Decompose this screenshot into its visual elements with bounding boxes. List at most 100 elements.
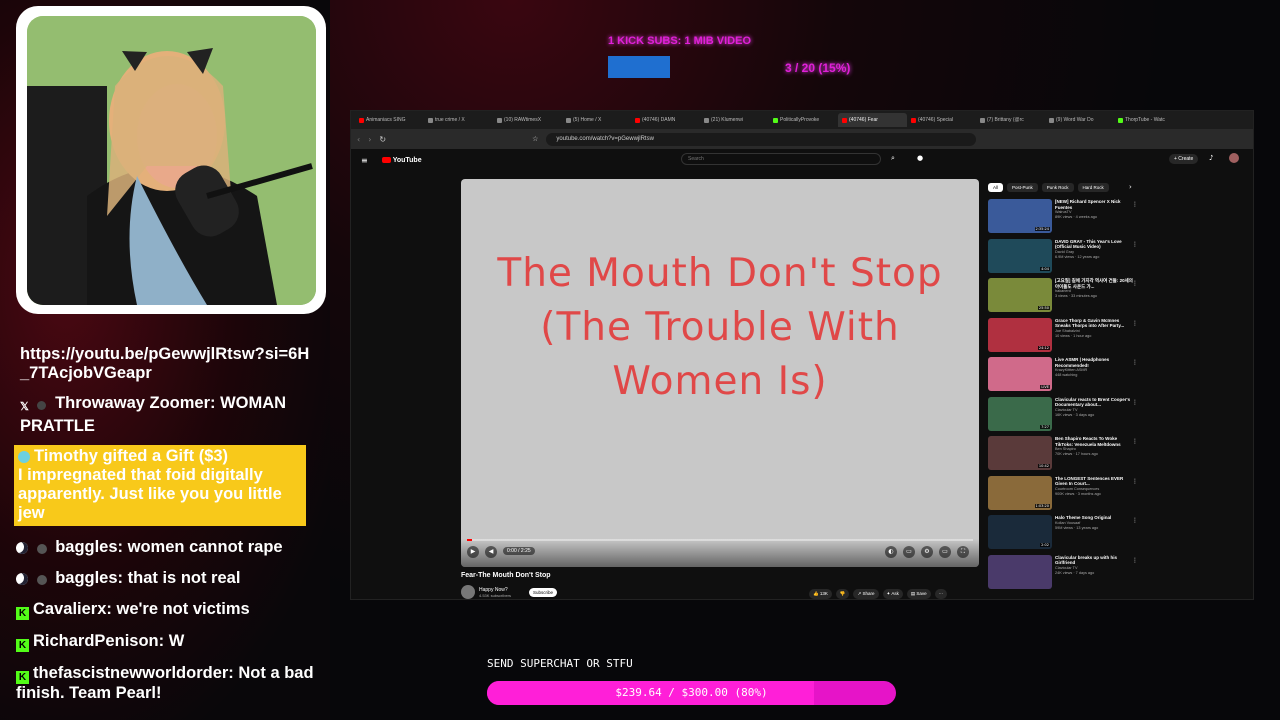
recommended-video[interactable]: LIVE Live ASMR | Headphones Recommended! K… [988, 357, 1138, 393]
video-player[interactable]: The Mouth Don't Stop (The Trouble With W… [461, 179, 979, 567]
video-thumbnail[interactable] [988, 554, 1052, 589]
recommended-video[interactable]: Clavicular breaks up with his Girlfriend… [988, 554, 1138, 591]
kick-goal-count: 3 / 20 (15%) [785, 61, 851, 75]
ask-button[interactable]: ✦ Ask [882, 589, 903, 599]
browser-tab[interactable]: (40746) DAMN [631, 117, 700, 123]
video-meta: 24K views · 7 days ago [1055, 570, 1095, 575]
more-vert-icon[interactable]: ⋮ [1132, 478, 1138, 485]
mic-icon[interactable]: ● [917, 154, 923, 162]
browser-tab[interactable]: (40746) Fear [838, 113, 907, 127]
recommended-video[interactable]: 4:04 DAVID GRAY - This Year's Love (Offic… [988, 238, 1138, 275]
notifications-icon[interactable]: ♪ [1209, 154, 1213, 162]
play-icon[interactable]: ▶ [467, 546, 479, 558]
video-title[interactable]: Clavicular reacts to Brent Cooper's Docu… [1055, 397, 1135, 408]
more-vert-icon[interactable]: ⋮ [1132, 557, 1138, 564]
settings-icon[interactable]: ⚙ [921, 546, 933, 558]
recommended-video[interactable]: 2:35:24 [NEW] Richard Spencer X Nick Fuen… [988, 199, 1138, 235]
chat-message-text: we're not victims [116, 600, 250, 618]
search-icon[interactable]: ⌕ [891, 154, 895, 163]
forward-icon[interactable]: › [368, 135, 371, 144]
browser-tab[interactable]: PoliticallyProvoke [769, 117, 838, 123]
video-title[interactable]: Clavicular breaks up with his Girlfriend [1055, 555, 1135, 566]
more-vert-icon[interactable]: ⋮ [1132, 201, 1138, 208]
more-button[interactable]: ··· [934, 589, 948, 599]
filter-chip[interactable]: Punk Rock [1041, 183, 1074, 192]
browser-tab[interactable]: (10) RAWtimesX [493, 117, 562, 123]
browser-tab[interactable]: Animaniacs SING [355, 117, 424, 123]
share-button[interactable]: ↗ Share [853, 589, 879, 599]
browser-tab[interactable]: true crime / X [424, 117, 493, 123]
back-icon[interactable]: ‹ [357, 135, 360, 144]
more-vert-icon[interactable]: ⋮ [1132, 438, 1138, 445]
video-title[interactable]: [고요질] 길에 가지각 역사여 건들: 20세의 아이돌도 사운드 가... [1055, 278, 1135, 289]
menu-icon[interactable]: ≡ [361, 156, 368, 165]
browser-tab[interactable]: ThorpTube - Watc [1114, 117, 1183, 123]
filter-chip[interactable]: Hard Rock [1077, 183, 1109, 192]
video-thumbnail[interactable]: 24:12 [988, 317, 1052, 352]
avatar[interactable] [461, 585, 475, 599]
browser-tab[interactable]: (7) Brittany (@rc [976, 117, 1045, 123]
browser-tab[interactable]: (40746) Special [907, 117, 976, 123]
more-vert-icon[interactable]: ⋮ [1132, 280, 1138, 287]
more-vert-icon[interactable]: ⋮ [1132, 399, 1138, 406]
recommended-video[interactable]: 2:02 Halo Theme Song Original Kollan Vousa… [988, 515, 1138, 551]
bookmark-icon[interactable]: ☆ [532, 135, 538, 143]
subscribe-button[interactable]: Subscribe [529, 587, 558, 597]
chevron-right-icon[interactable]: › [1129, 183, 1132, 191]
search-input[interactable]: Search [681, 153, 881, 165]
subtitles-icon[interactable]: ▭ [903, 546, 915, 558]
youtube-logo[interactable]: YouTube [381, 157, 422, 164]
more-vert-icon[interactable]: ⋮ [1132, 320, 1138, 327]
progress-fill [467, 539, 473, 541]
kick-goal-bar [608, 56, 670, 78]
recommended-video[interactable]: 25:50 [고요질] 길에 가지각 역사여 건들: 20세의 아이돌도 사운드 … [988, 278, 1138, 314]
fullscreen-icon[interactable]: ⛶ [957, 546, 969, 558]
tab-label: Animaniacs SING [366, 117, 406, 123]
more-vert-icon[interactable]: ⋮ [1132, 359, 1138, 366]
video-title[interactable]: Live ASMR | Headphones Recommended! [1055, 357, 1135, 368]
dislike-button[interactable]: 👎 [835, 589, 850, 599]
video-thumbnail[interactable]: 2:02 [988, 515, 1052, 549]
reload-icon[interactable]: ↻ [379, 135, 386, 144]
video-thumbnail[interactable]: 1:03:20 [988, 475, 1052, 510]
recommended-video[interactable]: 7:27 Clavicular reacts to Brent Cooper's … [988, 396, 1138, 433]
like-button[interactable]: 👍 13K [809, 589, 832, 599]
create-button[interactable]: + Create [1169, 154, 1199, 164]
channel-name[interactable]: Happy Now? [479, 587, 511, 593]
player-controls: ▶ ◀ 0:00 / 2:25 ◐ ▭ ⚙ ▭ ⛶ [461, 539, 979, 567]
superchat-goal-label: SEND SUPERCHAT OR STFU [487, 657, 633, 670]
filter-chip[interactable]: All [988, 183, 1004, 192]
chat-username: baggles [55, 569, 118, 587]
video-thumbnail[interactable]: 2:35:24 [988, 199, 1052, 233]
video-thumbnail[interactable]: 10:42 [988, 436, 1052, 470]
filter-chip[interactable]: Post-Punk [1007, 183, 1038, 192]
save-button[interactable]: ▤ Save [906, 589, 931, 599]
progress-bar[interactable] [467, 539, 973, 541]
recommended-video[interactable]: 1:03:20 The LONGEST Sentences EVER Given … [988, 475, 1138, 512]
theater-icon[interactable]: ▭ [939, 546, 951, 558]
video-meta: 59M views · 13 years ago [1055, 525, 1099, 530]
video-thumbnail[interactable]: LIVE [988, 357, 1052, 391]
autoplay-toggle-icon[interactable]: ◐ [885, 546, 897, 558]
more-vert-icon[interactable]: ⋮ [1132, 517, 1138, 524]
more-vert-icon[interactable]: ⋮ [1132, 241, 1138, 248]
volume-icon[interactable]: ◀ [485, 546, 497, 558]
video-thumbnail[interactable]: 25:50 [988, 278, 1052, 312]
browser-tab[interactable]: (5) Home / X [562, 117, 631, 123]
video-thumbnail[interactable]: 4:04 [988, 238, 1052, 273]
video-title[interactable]: DAVID GRAY - This Year's Love (Official … [1055, 239, 1135, 250]
video-title[interactable]: [NEW] Richard Spencer X Nick Fuentes [1055, 199, 1135, 210]
video-title[interactable]: Grace Thorp & Gavin McInnes Sneaks Thorp… [1055, 318, 1135, 329]
recommended-video[interactable]: 24:12 Grace Thorp & Gavin McInnes Sneaks … [988, 317, 1138, 354]
browser-tab[interactable]: (9) Word War Do [1045, 117, 1114, 123]
video-title[interactable]: Ben Shapiro Reacts To Woke TikToks: Vene… [1055, 436, 1135, 447]
ask-label: Ask [891, 591, 899, 596]
video-thumbnail[interactable]: 7:27 [988, 396, 1052, 431]
browser-tab[interactable]: (21) Klumenwi [700, 117, 769, 123]
video-title[interactable]: The LONGEST Sentences EVER Given In Cour… [1055, 476, 1135, 487]
recommended-video[interactable]: 10:42 Ben Shapiro Reacts To Woke TikToks:… [988, 436, 1138, 472]
avatar[interactable] [1229, 153, 1239, 163]
url-field[interactable]: youtube.com/watch?v=pGewwjlRtsw [546, 132, 977, 146]
video-title-overlay: The Mouth Don't Stop (The Trouble With W… [497, 251, 943, 404]
video-duration: 4:04 [1040, 266, 1050, 271]
